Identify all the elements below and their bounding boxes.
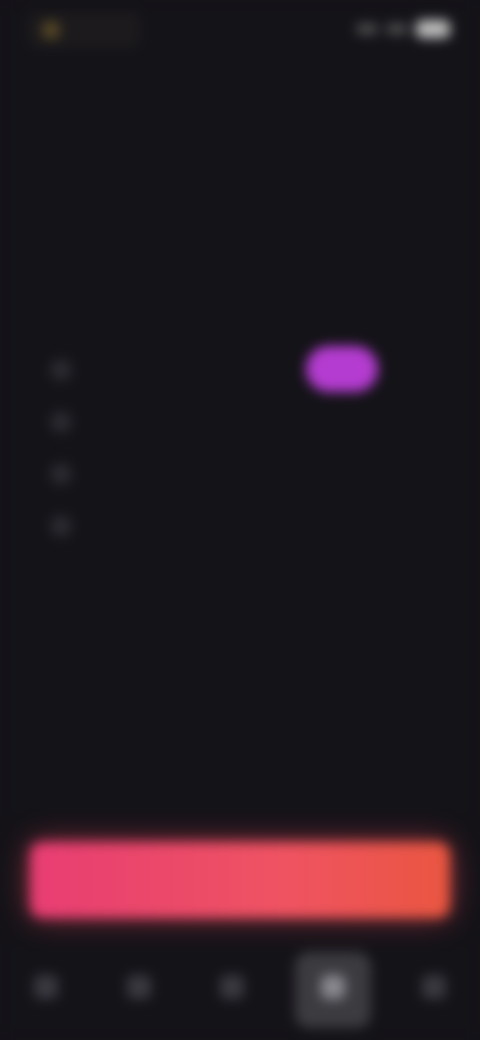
battery-icon <box>416 20 450 38</box>
step-number <box>50 359 72 381</box>
step-list <box>50 346 430 558</box>
app-badge[interactable] <box>28 12 140 48</box>
signal-icon <box>356 24 378 34</box>
wifi-icon <box>386 24 408 34</box>
home-icon <box>34 975 59 999</box>
highlight-chip <box>306 346 378 392</box>
nav-item-list[interactable] <box>202 960 262 1020</box>
nav-item-search[interactable] <box>109 960 169 1020</box>
app-screen <box>0 0 480 1040</box>
menu-icon <box>421 975 446 999</box>
search-icon <box>127 975 152 999</box>
list-item <box>50 506 430 546</box>
bottom-nav <box>0 940 480 1040</box>
nav-item-home[interactable] <box>16 960 76 1020</box>
list-item <box>50 346 430 392</box>
nav-item-menu[interactable] <box>404 960 464 1020</box>
nav-item-profile[interactable] <box>294 952 371 1028</box>
list-icon <box>219 975 244 999</box>
list-item <box>50 402 430 442</box>
app-badge-icon <box>42 21 60 39</box>
step-number <box>50 463 72 485</box>
step-number <box>50 411 72 433</box>
step-number <box>50 515 72 537</box>
list-item <box>50 454 430 494</box>
status-indicators <box>356 20 450 38</box>
status-bar <box>0 0 480 64</box>
profile-icon <box>320 975 345 999</box>
primary-cta-button[interactable] <box>30 842 450 918</box>
